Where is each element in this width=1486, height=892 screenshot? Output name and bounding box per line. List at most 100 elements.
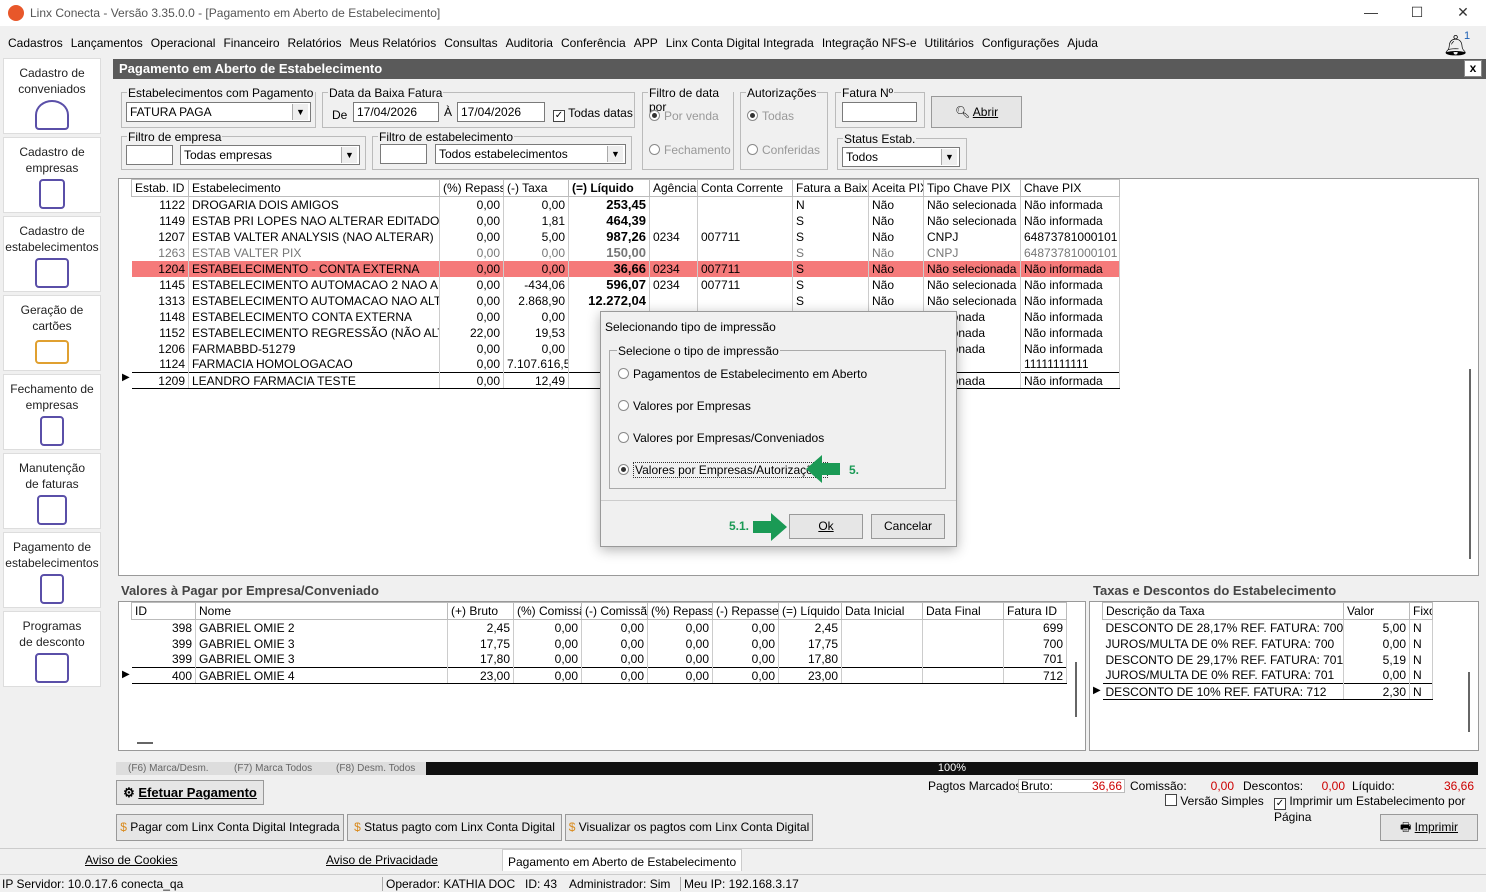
empresa-select[interactable]: Todas empresas (180, 145, 360, 165)
col-aceita-pix[interactable]: Aceita PIX (868, 179, 924, 197)
menu-utilitarios[interactable]: Utilitários (921, 33, 978, 53)
aviso-privacidade-link[interactable]: Aviso de Privacidade (326, 853, 438, 867)
por-venda-radio[interactable]: Por venda (649, 109, 719, 123)
menu-configuracoes[interactable]: Configurações (978, 33, 1063, 53)
versao-simples-checkbox[interactable]: Versão Simples (1165, 794, 1264, 808)
valores-grid[interactable]: IDNome(+) Bruto(%) Comissão(-) Comissão (… (118, 601, 1086, 751)
sidebar-manutencao-faturas[interactable]: Manutenção de faturas (3, 453, 101, 529)
todas-datas-checkbox[interactable]: ✓ Todas datas (553, 106, 633, 122)
col-header[interactable]: Fixo (1409, 602, 1433, 620)
col-header[interactable]: ID (131, 602, 196, 620)
tab-pagamento-aberto[interactable]: Pagamento em Aberto de Estabelecimento (502, 849, 743, 871)
table-row[interactable]: DESCONTO DE 10% REF. FATURA: 712 2,30 N (1102, 683, 1433, 700)
menu-relatorios[interactable]: Relatórios (284, 33, 346, 53)
menu-meus-relatorios[interactable]: Meus Relatórios (346, 33, 441, 53)
taxas-grid[interactable]: Descrição da TaxaValorFixo DESCONTO DE 2… (1089, 601, 1479, 751)
estab-pagamento-select[interactable]: FATURA PAGA (126, 102, 311, 122)
estab-code-input[interactable] (380, 144, 427, 164)
col-header[interactable]: Data Final (922, 602, 1004, 620)
sidebar-pagamento-estabelecimentos[interactable]: Pagamento de estabelecimentos (3, 532, 101, 608)
sidebar-geracao-cartoes[interactable]: Geração de cartões (3, 295, 101, 371)
col-estabelecimento[interactable]: Estabelecimento (188, 179, 440, 197)
col-chave-pix[interactable]: Chave PIX (1020, 179, 1120, 197)
menu-linx-conta-digital[interactable]: Linx Conta Digital Integrada (662, 33, 818, 53)
col-liquido[interactable]: (=) Líquido (568, 179, 650, 197)
maximize-button[interactable]: ☐ (1394, 0, 1440, 26)
date-to-input[interactable]: 17/04/2026 (457, 102, 545, 122)
col-header[interactable]: (%) Comissão (513, 602, 582, 620)
col-tipo-chave-pix[interactable]: Tipo Chave PIX (923, 179, 1021, 197)
empresa-code-input[interactable] (126, 145, 173, 165)
table-row[interactable]: 1204 ESTABELECIMENTO - CONTA EXTERNA 0,00 0… (131, 260, 1120, 277)
col-header[interactable]: Data Inicial (841, 602, 923, 620)
sidebar-programas-desconto[interactable]: Programas de desconto (3, 611, 101, 687)
print-option-empresas-autorizacoes[interactable]: Valores por Empresas/Autorizações (618, 462, 828, 478)
scrollbar[interactable] (137, 742, 153, 744)
todas-radio[interactable]: Todas (747, 109, 794, 123)
sidebar-cadastro-empresas[interactable]: Cadastro de empresas (3, 137, 101, 213)
col-header[interactable]: (-) Repasse (712, 602, 779, 620)
menu-operacional[interactable]: Operacional (147, 33, 220, 53)
status-linx-button[interactable]: $ Status pagto com Linx Conta Digital (347, 814, 562, 841)
ok-button[interactable]: Ok (789, 514, 863, 539)
sidebar-cadastro-estabelecimentos[interactable]: Cadastro de estabelecimentos (3, 216, 101, 292)
table-row[interactable]: 1263 ESTAB VALTER PIX 0,00 0,00 150,00 S Não CN… (131, 244, 1120, 261)
col-header[interactable]: Fatura ID (1003, 602, 1067, 620)
col-estab-id[interactable]: Estab. ID (131, 179, 189, 197)
date-from-input[interactable]: 17/04/2026 (353, 102, 439, 122)
panel-close-button[interactable]: x (1464, 60, 1482, 77)
menu-financeiro[interactable]: Financeiro (219, 33, 283, 53)
menu-auditoria[interactable]: Auditoria (502, 33, 557, 53)
print-option-pagamentos[interactable]: Pagamentos de Estabelecimento em Aberto (618, 367, 867, 381)
conferidas-radio[interactable]: Conferidas (747, 143, 820, 157)
menu-ajuda[interactable]: Ajuda (1063, 33, 1102, 53)
abrir-button[interactable]: 🔍︎ Abrir (931, 96, 1022, 128)
scrollbar[interactable] (1469, 369, 1471, 559)
menu-consultas[interactable]: Consultas (440, 33, 501, 53)
table-row[interactable]: 398 GABRIEL OMIE 2 2,45 0,00 0,00 0,00 0,00 2,4… (131, 619, 1067, 636)
col-agencia[interactable]: Agência (649, 179, 698, 197)
col-header[interactable]: (+) Bruto (447, 602, 514, 620)
print-option-empresas-conveniados[interactable]: Valores por Empresas/Conveniados (618, 431, 824, 445)
menu-app[interactable]: APP (630, 33, 662, 53)
col-header[interactable]: Descrição da Taxa (1102, 602, 1344, 620)
imprimir-button[interactable]: 🖶 Imprimir (1380, 814, 1478, 841)
table-row[interactable]: 1149 ESTAB PRI LOPES NAO ALTERAR EDITADO 0… (131, 212, 1120, 229)
cancel-button[interactable]: Cancelar (871, 514, 945, 539)
scrollbar[interactable] (1468, 672, 1470, 732)
table-row[interactable]: DESCONTO DE 29,17% REF. FATURA: 701 5,19 N (1102, 651, 1433, 668)
scrollbar[interactable] (1075, 662, 1077, 717)
table-row[interactable]: 1122 DROGARIA DOIS AMIGOS 0,00 0,00 253,45 N N… (131, 196, 1120, 213)
col-repasse[interactable]: (%) Repasse (439, 179, 504, 197)
table-row[interactable]: 400 GABRIEL OMIE 4 23,00 0,00 0,00 0,00 0,00 23… (131, 667, 1067, 684)
menu-conferencia[interactable]: Conferência (557, 33, 630, 53)
col-conta-corrente[interactable]: Conta Corrente (697, 179, 793, 197)
table-row[interactable]: 1145ESTABELECIMENTO AUTOMACAO 2 NAO ALTE… (131, 276, 1120, 293)
table-row[interactable]: DESCONTO DE 28,17% REF. FATURA: 700 5,00 N (1102, 619, 1433, 636)
col-header[interactable]: Nome (195, 602, 448, 620)
table-row[interactable]: 399 GABRIEL OMIE 3 17,80 0,00 0,00 0,00 0,00 17… (131, 651, 1067, 668)
close-window-button[interactable]: ✕ (1440, 0, 1486, 26)
sidebar-cadastro-conveniados[interactable]: Cadastro de conveniados (3, 58, 101, 134)
menu-lancamentos[interactable]: Lançamentos (67, 33, 147, 53)
fechamento-radio[interactable]: Fechamento (649, 143, 731, 157)
fatura-input[interactable] (842, 102, 917, 122)
table-row[interactable]: JUROS/MULTA DE 0% REF. FATURA: 701 0,00 N (1102, 667, 1433, 684)
sidebar-fechamento-empresas[interactable]: Fechamento de empresas (3, 374, 101, 450)
table-row[interactable]: JUROS/MULTA DE 0% REF. FATURA: 700 0,00 N (1102, 635, 1433, 652)
col-header[interactable]: (-) Comissão (581, 602, 648, 620)
pagar-linx-button[interactable]: $ Pagar com Linx Conta Digital Integrada (116, 814, 344, 841)
col-header[interactable]: (=) Líquido (778, 602, 842, 620)
table-row[interactable]: 399 GABRIEL OMIE 3 17,75 0,00 0,00 0,00 0,00 17… (131, 635, 1067, 652)
estab-select[interactable]: Todos estabelecimentos (435, 144, 626, 164)
col-fatura-baixar[interactable]: Fatura a Baixar (792, 179, 869, 197)
menu-integracao-nfse[interactable]: Integração NFS-e (818, 33, 921, 53)
aviso-cookies-link[interactable]: Aviso de Cookies (85, 853, 178, 867)
efetuar-pagamento-button[interactable]: ⚙ Efetuar Pagamento (116, 780, 264, 805)
col-taxa[interactable]: (-) Taxa (503, 179, 569, 197)
print-option-empresas[interactable]: Valores por Empresas (618, 399, 751, 413)
visualizar-linx-button[interactable]: $ Visualizar os pagtos com Linx Conta Di… (565, 814, 813, 841)
table-row[interactable]: 1313ESTABELECIMENTO AUTOMACAO NAO ALTERA… (131, 292, 1120, 309)
col-header[interactable]: Valor (1343, 602, 1410, 620)
menu-cadastros[interactable]: Cadastros (4, 33, 67, 53)
